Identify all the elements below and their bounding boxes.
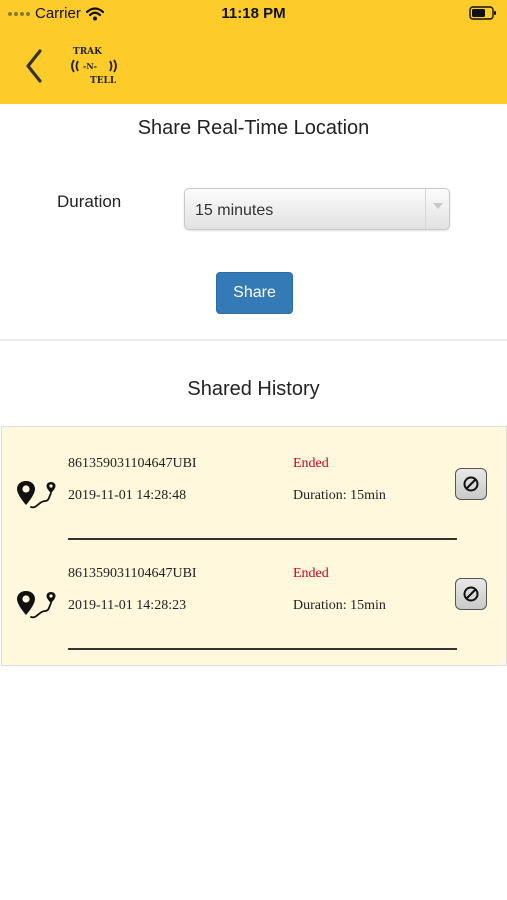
stop-sharing-button[interactable] — [455, 578, 487, 610]
history-item: 861359031104647UBI Ended 2019-11-01 14:2… — [2, 435, 507, 545]
trak-n-tell-logo: TRAK -N- TELL — [71, 47, 117, 86]
page-title: Share Real-Time Location — [137, 117, 370, 139]
history-list: 861359031104647UBI Ended 2019-11-01 14:2… — [1, 426, 507, 666]
chevron-left-icon — [26, 49, 42, 83]
stop-sharing-button[interactable] — [455, 468, 487, 500]
prohibited-icon — [463, 586, 479, 602]
route-pin-icon — [17, 591, 56, 619]
chevron-down-icon — [425, 189, 449, 229]
navigation-bar: TRAK -N- TELL — [0, 28, 507, 104]
prohibited-icon — [463, 476, 479, 492]
svg-text:TRAK: TRAK — [73, 47, 103, 57]
status-bar: Carrier 11:18 PM — [0, 0, 507, 28]
battery-icon — [469, 6, 496, 20]
item-divider — [68, 538, 457, 540]
svg-text:TELL: TELL — [90, 76, 117, 86]
share-button[interactable]: Share — [216, 272, 293, 314]
duration-selected-value: 15 minutes — [195, 202, 274, 219]
section-divider — [0, 339, 507, 341]
share-timestamp: 2019-11-01 14:28:23 — [68, 598, 187, 613]
item-divider — [68, 648, 457, 650]
history-item: 861359031104647UBI Ended 2019-11-01 14:2… — [2, 545, 507, 655]
share-duration: Duration: 15min — [293, 488, 386, 503]
share-status: Ended — [293, 566, 329, 581]
svg-text:-N-: -N- — [83, 61, 97, 71]
share-duration: Duration: 15min — [293, 598, 386, 613]
back-button[interactable] — [18, 46, 52, 86]
history-title: Shared History — [187, 378, 320, 400]
route-pin-icon — [17, 481, 56, 509]
device-id: 861359031104647UBI — [68, 566, 197, 581]
share-timestamp: 2019-11-01 14:28:48 — [68, 488, 187, 503]
duration-label: Duration — [57, 192, 122, 211]
status-time: 11:18 PM — [221, 5, 286, 22]
device-id: 861359031104647UBI — [68, 456, 197, 471]
share-status: Ended — [293, 456, 329, 471]
duration-select[interactable]: 15 minutes — [184, 188, 450, 230]
